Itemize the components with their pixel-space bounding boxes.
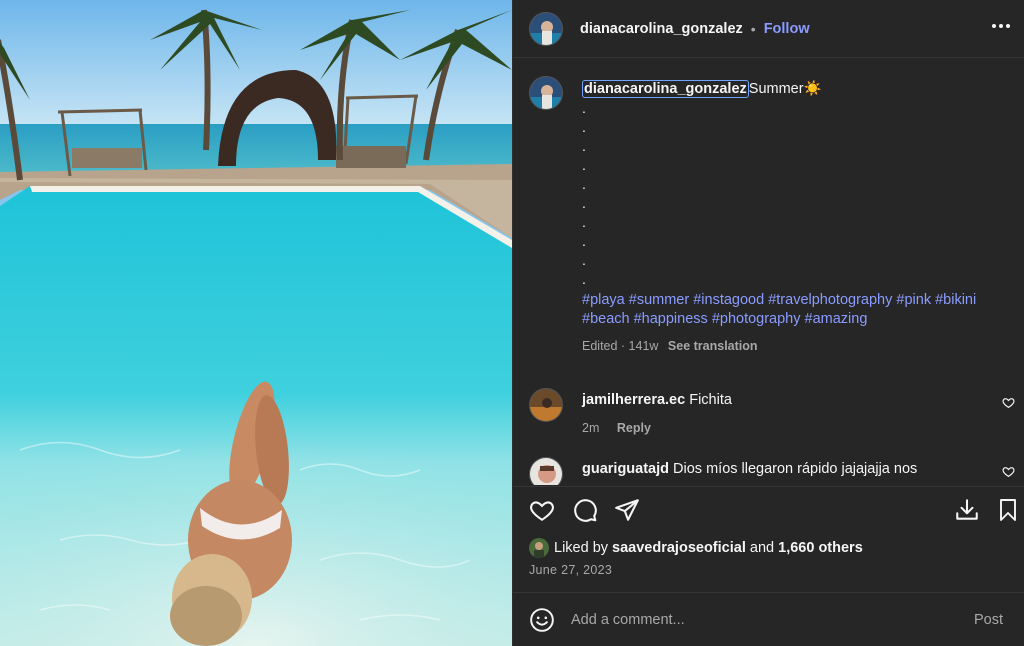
post-caption: dianacarolina_gonzalez Summer☀️ .........… bbox=[529, 76, 1009, 353]
caption-author-avatar[interactable] bbox=[529, 76, 563, 110]
avatar-image bbox=[530, 12, 562, 45]
caption-dot-line: . bbox=[582, 157, 586, 173]
hashtag-link[interactable]: #playa bbox=[582, 292, 625, 308]
comment-icon[interactable] bbox=[572, 497, 598, 523]
emoji-icon[interactable] bbox=[529, 607, 555, 633]
liked-by-conj: and bbox=[749, 540, 775, 556]
caption-hashtags: #playa #summer #instagood #travelphotogr… bbox=[582, 291, 1009, 329]
caption-dot-line: . bbox=[582, 252, 586, 268]
hashtag-link[interactable]: #beach bbox=[582, 311, 630, 327]
caption-text: Summer☀️ bbox=[748, 81, 822, 97]
caption-dot-line: . bbox=[582, 195, 586, 211]
comment-username[interactable]: guariguatajd bbox=[582, 461, 669, 477]
reply-button[interactable]: Reply bbox=[617, 421, 651, 435]
avatar-image bbox=[530, 389, 562, 421]
hashtag-link[interactable]: #amazing bbox=[805, 311, 868, 327]
caption-dot-line: . bbox=[582, 138, 586, 154]
separator-dot: • bbox=[750, 20, 756, 37]
post-photo[interactable] bbox=[0, 0, 512, 646]
see-translation-button[interactable]: See translation bbox=[668, 339, 758, 353]
comment-heart-icon[interactable] bbox=[1002, 396, 1015, 409]
post-side-panel: dianacarolina_gonzalez • Follow dianacar… bbox=[512, 0, 1024, 646]
comment-item: jamilherrera.ec Fichita 2m Reply bbox=[529, 388, 1015, 438]
more-horizontal-icon[interactable] bbox=[988, 20, 1014, 32]
avatar-image bbox=[530, 458, 562, 485]
hashtag-link[interactable]: #photography bbox=[712, 311, 801, 327]
instagram-post-modal: dianacarolina_gonzalez • Follow dianacar… bbox=[0, 0, 1024, 646]
avatar-image bbox=[529, 538, 549, 558]
caption-meta: Edited · 141w See translation bbox=[582, 339, 1009, 353]
post-comment-button[interactable]: Post bbox=[974, 612, 1003, 628]
hashtag-link[interactable]: #travelphotography bbox=[768, 292, 892, 308]
caption-username[interactable]: dianacarolina_gonzalez bbox=[582, 80, 749, 98]
liker-avatar[interactable] bbox=[529, 538, 549, 558]
hashtag-link[interactable]: #pink bbox=[896, 292, 931, 308]
comment-heart-icon[interactable] bbox=[1002, 465, 1015, 478]
download-icon[interactable] bbox=[954, 497, 980, 523]
liked-by-others[interactable]: 1,660 others bbox=[778, 540, 863, 556]
caption-dot-line: . bbox=[582, 119, 586, 135]
edited-time: Edited · 141w bbox=[582, 339, 659, 353]
liked-by-user[interactable]: saavedrajoseoficial bbox=[612, 540, 746, 556]
caption-dot-line: . bbox=[582, 214, 586, 230]
likes-summary: Liked by saavedrajoseoficial and 1,660 o… bbox=[529, 538, 863, 558]
bookmark-icon[interactable] bbox=[996, 497, 1020, 523]
caption-dots: .......... bbox=[582, 99, 1009, 289]
liked-by-label: Liked by bbox=[554, 540, 609, 556]
comments-section[interactable]: dianacarolina_gonzalez Summer☀️ .........… bbox=[513, 60, 1024, 485]
post-date[interactable]: June 27, 2023 bbox=[529, 563, 612, 577]
comment-time: 2m bbox=[582, 421, 600, 435]
author-avatar[interactable] bbox=[529, 11, 563, 46]
commenter-avatar[interactable] bbox=[529, 457, 563, 485]
hashtag-link[interactable]: #instagood bbox=[693, 292, 764, 308]
post-header: dianacarolina_gonzalez • Follow bbox=[513, 0, 1024, 58]
comment-text: Dios míos llegaron rápido jajajajja nos bbox=[673, 461, 918, 477]
commenter-avatar[interactable] bbox=[529, 388, 563, 422]
add-comment-bar: Post bbox=[513, 592, 1024, 646]
comment-text: Fichita bbox=[689, 392, 732, 408]
comment-item: guariguatajd Dios míos llegaron rápido j… bbox=[529, 457, 1015, 485]
action-bar bbox=[513, 486, 1024, 536]
heart-icon[interactable] bbox=[529, 497, 555, 523]
caption-dot-line: . bbox=[582, 176, 586, 192]
avatar-image bbox=[530, 77, 562, 109]
caption-dot-line: . bbox=[582, 100, 586, 116]
comment-username[interactable]: jamilherrera.ec bbox=[582, 392, 685, 408]
caption-dot-line: . bbox=[582, 233, 586, 249]
hashtag-link[interactable]: #summer bbox=[629, 292, 689, 308]
share-icon[interactable] bbox=[614, 497, 640, 523]
pool-beach-image bbox=[0, 0, 512, 646]
follow-button[interactable]: Follow bbox=[764, 21, 810, 37]
hashtag-link[interactable]: #bikini bbox=[935, 292, 976, 308]
hashtag-link[interactable]: #happiness bbox=[634, 311, 708, 327]
comment-input[interactable] bbox=[571, 611, 974, 628]
author-username[interactable]: dianacarolina_gonzalez bbox=[580, 21, 743, 37]
caption-dot-line: . bbox=[582, 271, 586, 287]
